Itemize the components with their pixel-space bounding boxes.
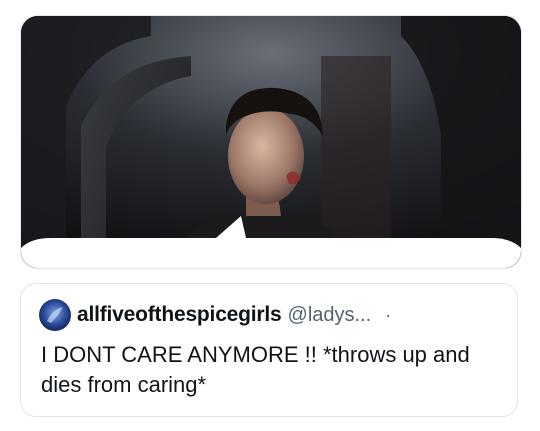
video-still-image[interactable] <box>21 16 521 268</box>
display-name[interactable]: allfiveofthespicegirls <box>77 303 282 327</box>
user-handle[interactable]: @ladys... <box>288 304 372 327</box>
separator-dot: · <box>385 304 392 325</box>
avatar-image <box>39 299 71 331</box>
quoted-tweet-header: allfiveofthespicegirls @ladys... · <box>39 299 503 331</box>
quoted-tweet-text: I DONT CARE ANYMORE !! *throws up and di… <box>41 342 470 397</box>
quoted-tweet-card[interactable]: allfiveofthespicegirls @ladys... · I DON… <box>20 283 518 417</box>
avatar[interactable] <box>39 299 71 331</box>
media-card[interactable] <box>20 15 522 269</box>
